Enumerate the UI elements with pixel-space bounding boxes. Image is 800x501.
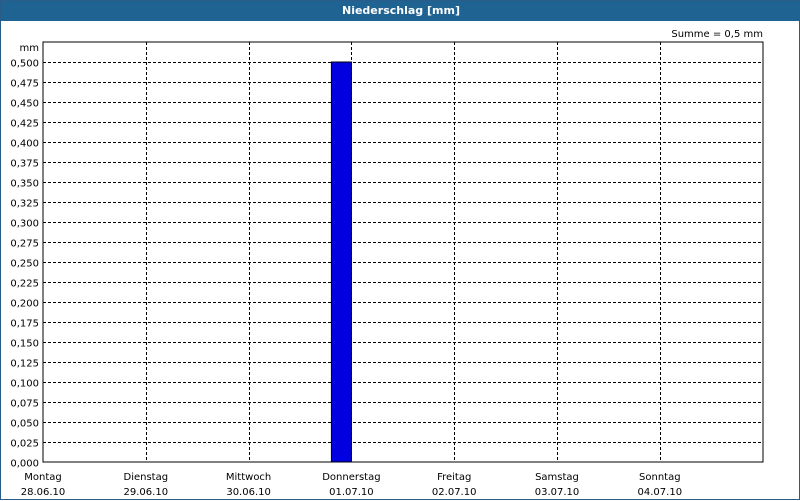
x-tick-day-label: Samstag bbox=[535, 472, 579, 483]
y-axis-label: mm bbox=[20, 43, 39, 54]
y-tick-label: 0,225 bbox=[10, 279, 39, 290]
x-tick-date-label: 30.06.10 bbox=[226, 487, 271, 498]
precipitation-chart: 0,000 0,025 0,050 0,075 0,100 0,125 0,150 0,175… bbox=[10, 29, 764, 498]
y-tick-label: 0,300 bbox=[10, 219, 39, 230]
y-tick-label: 0,425 bbox=[10, 119, 39, 130]
x-tick-date-label: 03.07.10 bbox=[535, 487, 580, 498]
x-tick-date-label: 02.07.10 bbox=[432, 487, 477, 498]
bars bbox=[330, 61, 352, 463]
sum-annotation: Summe = 0,5 mm bbox=[671, 29, 763, 40]
y-tick-label: 0,450 bbox=[10, 99, 39, 110]
y-tick-label: 0,475 bbox=[10, 79, 39, 90]
x-tick-date-label: 01.07.10 bbox=[329, 487, 374, 498]
y-tick-label: 0,375 bbox=[10, 159, 39, 170]
x-tick-day-label: Dienstag bbox=[124, 472, 169, 483]
x-tick-date-label: 28.06.10 bbox=[21, 487, 66, 498]
y-tick-label: 0,325 bbox=[10, 199, 39, 210]
x-tick-labels: Montag 28.06.10 Dienstag 29.06.10 Mittwoch 30… bbox=[21, 472, 682, 498]
y-tick-label: 0,150 bbox=[10, 339, 39, 350]
x-tick-day-label: Freitag bbox=[437, 472, 471, 483]
x-tick-day-label: Mittwoch bbox=[226, 472, 271, 483]
plot-area bbox=[42, 41, 764, 463]
y-tick-labels: 0,000 0,025 0,050 0,075 0,100 0,125 0,150 0,175… bbox=[10, 59, 39, 470]
bar bbox=[330, 61, 352, 463]
x-tick-date-label: 04.07.10 bbox=[638, 487, 683, 498]
y-tick-label: 0,400 bbox=[10, 139, 39, 150]
y-tick-label: 0,100 bbox=[10, 379, 39, 390]
y-tick-label: 0,075 bbox=[10, 399, 39, 410]
y-tick-label: 0,125 bbox=[10, 359, 39, 370]
chart-window: Niederschlag [mm] 0,000 0,025 0,050 0,075 0,… bbox=[0, 0, 800, 500]
y-tick-label: 0,025 bbox=[10, 439, 39, 450]
y-tick-label: 0,250 bbox=[10, 259, 39, 270]
x-tick-day-label: Donnerstag bbox=[322, 472, 380, 483]
y-tick-label: 0,350 bbox=[10, 179, 39, 190]
y-tick-label: 0,200 bbox=[10, 299, 39, 310]
y-tick-label: 0,275 bbox=[10, 239, 39, 250]
y-tick-label: 0,500 bbox=[10, 59, 39, 70]
x-tick-day-label: Montag bbox=[24, 472, 61, 483]
y-tick-label: 0,175 bbox=[10, 319, 39, 330]
y-tick-label: 0,050 bbox=[10, 419, 39, 430]
y-tick-label: 0,000 bbox=[10, 459, 39, 470]
x-tick-date-label: 29.06.10 bbox=[124, 487, 169, 498]
x-tick-day-label: Sonntag bbox=[639, 472, 681, 483]
